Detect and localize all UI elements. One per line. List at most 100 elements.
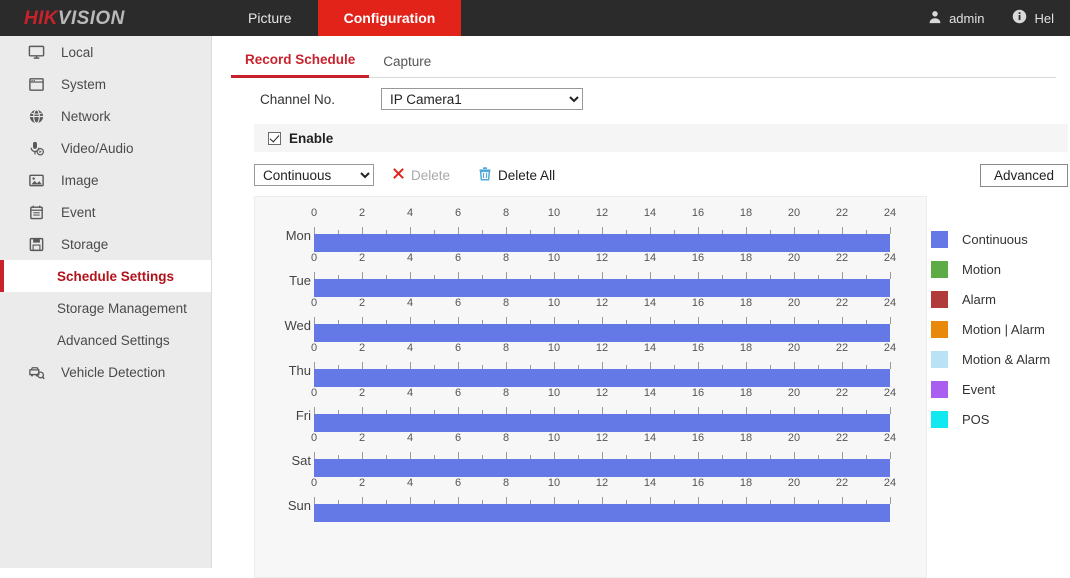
legend-color-swatch	[931, 351, 948, 368]
axis-tick-label: 18	[740, 297, 752, 309]
sidebar-item-storage[interactable]: Storage	[0, 228, 211, 260]
axis-tick	[890, 227, 891, 234]
help-label: Hel	[1034, 11, 1054, 26]
axis-tick-label: 8	[503, 342, 509, 354]
axis-tick-label: 10	[548, 252, 560, 264]
schedule-row[interactable]: Thu024681012141618202224	[255, 342, 926, 387]
axis-tick	[890, 407, 891, 414]
axis-tick	[554, 407, 555, 414]
axis-tick-label: 16	[692, 297, 704, 309]
delete-all-button[interactable]: Delete All	[478, 166, 555, 184]
sidebar-item-video-audio[interactable]: Video/Audio	[0, 132, 211, 164]
schedule-day-label: Mon	[261, 228, 311, 243]
sidebar-item-storage-management[interactable]: Storage Management	[0, 292, 211, 324]
sidebar-item-vehicle-detection[interactable]: Vehicle Detection	[0, 356, 211, 388]
user-menu[interactable]: admin	[914, 10, 998, 27]
axis-tick	[554, 452, 555, 459]
axis-tick	[842, 497, 843, 504]
logo-hik-text: HIK	[24, 8, 58, 29]
schedule-panel[interactable]: Mon024681012141618202224Tue0246810121416…	[254, 196, 927, 578]
axis-tick	[410, 452, 411, 459]
axis-tick-label: 10	[548, 477, 560, 489]
axis-tick-label: 24	[884, 207, 896, 219]
schedule-track[interactable]: 024681012141618202224	[314, 252, 890, 297]
schedule-segment[interactable]	[314, 459, 890, 477]
axis-tick	[746, 497, 747, 504]
axis-tick-label: 20	[788, 297, 800, 309]
axis-tick	[506, 227, 507, 234]
sidebar-item-network[interactable]: Network	[0, 100, 211, 132]
schedule-track[interactable]: 024681012141618202224	[314, 477, 890, 522]
sidebar-item-schedule-settings[interactable]: Schedule Settings	[0, 260, 211, 292]
sidebar-item-system[interactable]: System	[0, 68, 211, 100]
axis-tick	[410, 317, 411, 324]
advanced-button[interactable]: Advanced	[980, 164, 1068, 187]
schedule-segment[interactable]	[314, 504, 890, 522]
schedule-track[interactable]: 024681012141618202224	[314, 432, 890, 477]
sidebar-item-event[interactable]: Event	[0, 196, 211, 228]
axis-tick-label: 6	[455, 297, 461, 309]
delete-button[interactable]: Delete	[392, 167, 450, 183]
axis-tick	[794, 497, 795, 504]
schedule-toolbar: ContinuousMotionAlarmMotion | AlarmMotio…	[254, 162, 1068, 188]
user-name-label: admin	[949, 11, 984, 26]
schedule-row[interactable]: Fri024681012141618202224	[255, 387, 926, 432]
axis-tick-label: 2	[359, 477, 365, 489]
legend-item: Motion | Alarm	[931, 314, 1070, 344]
tab-record-schedule[interactable]: Record Schedule	[231, 52, 369, 78]
schedule-segment[interactable]	[314, 369, 890, 387]
schedule-segment[interactable]	[314, 324, 890, 342]
legend-label: POS	[962, 412, 989, 427]
schedule-row[interactable]: Wed024681012141618202224	[255, 297, 926, 342]
sidebar-item-advanced-settings[interactable]: Advanced Settings	[0, 324, 211, 356]
axis-tick	[410, 362, 411, 369]
axis-tick	[410, 497, 411, 504]
axis-tick	[554, 272, 555, 279]
axis-tick	[842, 362, 843, 369]
schedule-row[interactable]: Sat024681012141618202224	[255, 432, 926, 477]
axis-tick	[602, 407, 603, 414]
schedule-track[interactable]: 024681012141618202224	[314, 207, 890, 252]
schedule-row[interactable]: Mon024681012141618202224	[255, 207, 926, 252]
axis-tick-label: 0	[311, 477, 317, 489]
axis-tick	[746, 317, 747, 324]
app-header: HIKVISION Picture Configuration admin He…	[0, 0, 1070, 36]
schedule-segment[interactable]	[314, 414, 890, 432]
axis-tick-label: 2	[359, 387, 365, 399]
record-type-select[interactable]: ContinuousMotionAlarmMotion | AlarmMotio…	[254, 164, 374, 186]
tab-capture[interactable]: Capture	[369, 54, 445, 77]
axis-tick	[554, 362, 555, 369]
axis-tick-label: 16	[692, 207, 704, 219]
axis-tick-label: 16	[692, 342, 704, 354]
schedule-row[interactable]: Sun024681012141618202224	[255, 477, 926, 522]
schedule-row[interactable]: Tue024681012141618202224	[255, 252, 926, 297]
axis-tick-label: 20	[788, 387, 800, 399]
content-tabs: Record Schedule Capture	[231, 44, 1056, 78]
sidebar-item-local[interactable]: Local	[0, 36, 211, 68]
schedule-ruler: 024681012141618202224	[314, 297, 890, 324]
schedule-segment[interactable]	[314, 279, 890, 297]
help-menu[interactable]: Hel	[998, 9, 1068, 27]
axis-tick	[698, 272, 699, 279]
schedule-track[interactable]: 024681012141618202224	[314, 342, 890, 387]
schedule-segment[interactable]	[314, 234, 890, 252]
axis-tick	[794, 362, 795, 369]
axis-tick-label: 12	[596, 252, 608, 264]
axis-tick	[506, 272, 507, 279]
schedule-track[interactable]: 024681012141618202224	[314, 387, 890, 432]
channel-select[interactable]: IP Camera1	[381, 88, 583, 110]
axis-tick-label: 12	[596, 387, 608, 399]
nav-tab-picture[interactable]: Picture	[222, 0, 318, 36]
nav-tab-configuration[interactable]: Configuration	[318, 0, 462, 36]
axis-tick-label: 8	[503, 432, 509, 444]
axis-tick-label: 0	[311, 432, 317, 444]
axis-tick	[506, 497, 507, 504]
axis-tick-label: 16	[692, 252, 704, 264]
schedule-track[interactable]: 024681012141618202224	[314, 297, 890, 342]
legend-label: Event	[962, 382, 995, 397]
axis-tick	[458, 227, 459, 234]
sidebar-item-image[interactable]: Image	[0, 164, 211, 196]
enable-checkbox[interactable]	[268, 132, 281, 145]
legend-color-swatch	[931, 231, 948, 248]
legend-color-swatch	[931, 411, 948, 428]
